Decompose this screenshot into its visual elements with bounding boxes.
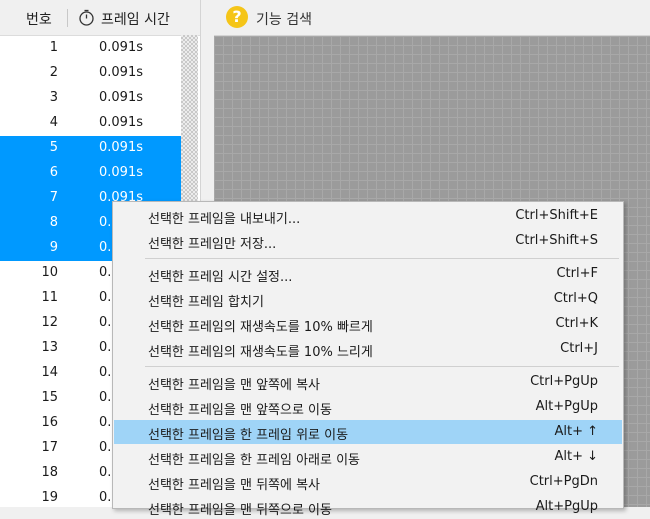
menu-item[interactable]: 선택한 프레임만 저장... Ctrl+Shift+S (114, 229, 622, 253)
menu-item-label: 선택한 프레임의 재생속도를 10% 빠르게 (148, 320, 373, 335)
frame-duration: 0. (99, 415, 112, 430)
frame-duration: 0. (99, 365, 112, 380)
frame-row[interactable]: 1 0.091s (0, 36, 181, 61)
menu-item[interactable]: 선택한 프레임을 맨 앞쪽으로 이동 Alt+PgUp (114, 395, 622, 419)
frame-number: 12 (41, 315, 58, 330)
frame-number: 8 (49, 215, 58, 230)
menu-separator (145, 366, 619, 367)
frame-number: 1 (49, 40, 58, 55)
frame-duration: 0. (99, 340, 112, 355)
frame-row[interactable]: 3 0.091s (0, 86, 181, 111)
frame-number: 3 (49, 90, 58, 105)
frame-row[interactable]: 6 0.091s (0, 161, 181, 186)
menu-item[interactable]: 선택한 프레임 합치기 Ctrl+Q (114, 287, 622, 311)
frame-context-menu: 선택한 프레임을 내보내기... Ctrl+Shift+E 선택한 프레임만 저장.… (112, 201, 624, 518)
menu-item-shortcut: Ctrl+F (556, 266, 598, 281)
menu-item-label: 선택한 프레임을 내보내기... (148, 212, 301, 227)
menu-item-label: 선택한 프레임 시간 설정... (148, 270, 293, 285)
menu-item-label: 선택한 프레임을 한 프레임 아래로 이동 (148, 453, 361, 468)
frame-number: 4 (49, 115, 58, 130)
frame-number: 9 (49, 240, 58, 255)
menu-item[interactable]: 선택한 프레임을 맨 뒤쪽에 복사 Ctrl+PgDn (114, 470, 622, 494)
menu-item-label: 선택한 프레임을 맨 앞쪽으로 이동 (148, 403, 332, 418)
frame-row[interactable]: 2 0.091s (0, 61, 181, 86)
feature-search-bar[interactable]: ? 기능 검색 (214, 0, 650, 36)
frame-number: 10 (41, 265, 58, 280)
frame-row[interactable]: 5 0.091s (0, 136, 181, 161)
frame-duration: 0. (99, 215, 112, 230)
menu-item[interactable]: 선택한 프레임의 재생속도를 10% 빠르게 Ctrl+K (114, 312, 622, 336)
menu-item-shortcut: Alt+PgUp (535, 399, 598, 414)
menu-item-shortcut: Ctrl+K (555, 316, 598, 331)
frame-number: 7 (49, 190, 58, 205)
frame-list-header: 번호 프레임 시간 (0, 0, 200, 36)
frame-duration: 0.091s (99, 90, 143, 105)
menu-item[interactable]: 선택한 프레임을 맨 앞쪽에 복사 Ctrl+PgUp (114, 370, 622, 394)
frame-row[interactable]: 4 0.091s (0, 111, 181, 136)
menu-item[interactable]: 선택한 프레임을 한 프레임 아래로 이동 Alt+ ↓ (114, 445, 622, 469)
frame-number: 19 (41, 490, 58, 505)
column-header-frame-time[interactable]: 프레임 시간 (101, 9, 170, 29)
frame-duration: 0.091s (99, 115, 143, 130)
frame-number: 14 (41, 365, 58, 380)
column-header-number[interactable]: 번호 (26, 9, 52, 29)
frame-duration: 0.091s (99, 40, 143, 55)
menu-item[interactable]: 선택한 프레임을 한 프레임 위로 이동 Alt+ ↑ (114, 420, 622, 444)
menu-item-shortcut: Alt+ ↓ (554, 449, 598, 464)
frame-number: 17 (41, 440, 58, 455)
menu-item-shortcut: Ctrl+Shift+E (515, 208, 598, 223)
feature-search-label[interactable]: 기능 검색 (256, 9, 312, 29)
frame-duration: 0. (99, 265, 112, 280)
menu-item-label: 선택한 프레임의 재생속도를 10% 느리게 (148, 345, 373, 360)
frame-duration: 0.091s (99, 140, 143, 155)
frame-duration: 0. (99, 490, 112, 505)
menu-item[interactable]: 선택한 프레임 시간 설정... Ctrl+F (114, 262, 622, 286)
frame-number: 16 (41, 415, 58, 430)
menu-separator (145, 258, 619, 259)
timer-icon (79, 9, 94, 26)
frame-number: 11 (41, 290, 58, 305)
menu-item-label: 선택한 프레임을 맨 뒤쪽에 복사 (148, 478, 321, 493)
menu-item-label: 선택한 프레임을 맨 앞쪽에 복사 (148, 378, 321, 393)
frame-duration: 0. (99, 240, 112, 255)
menu-item-label: 선택한 프레임만 저장... (148, 237, 277, 252)
header-divider (67, 9, 68, 27)
menu-item[interactable]: 선택한 프레임의 재생속도를 10% 느리게 Ctrl+J (114, 337, 622, 361)
menu-item-label: 선택한 프레임을 한 프레임 위로 이동 (148, 428, 349, 443)
menu-item[interactable]: 선택한 프레임을 내보내기... Ctrl+Shift+E (114, 204, 622, 228)
menu-item-shortcut: Ctrl+Q (553, 291, 598, 306)
frame-duration: 0. (99, 390, 112, 405)
frame-duration: 0.091s (99, 165, 143, 180)
frame-duration: 0. (99, 315, 112, 330)
menu-item-shortcut: Ctrl+Shift+S (515, 233, 598, 248)
frame-duration: 0.091s (99, 65, 143, 80)
frame-duration: 0. (99, 440, 112, 455)
frame-number: 6 (49, 165, 58, 180)
menu-item[interactable]: 선택한 프레임을 맨 뒤쪽으로 이동 Alt+PgUp (114, 495, 622, 519)
frame-number: 18 (41, 465, 58, 480)
menu-item-label: 선택한 프레임 합치기 (148, 295, 264, 310)
menu-item-label: 선택한 프레임을 맨 뒤쪽으로 이동 (148, 503, 332, 518)
menu-item-shortcut: Ctrl+PgUp (530, 374, 598, 389)
frame-number: 15 (41, 390, 58, 405)
frame-duration: 0. (99, 290, 112, 305)
menu-item-shortcut: Ctrl+PgDn (529, 474, 598, 489)
frame-number: 13 (41, 340, 58, 355)
frame-number: 2 (49, 65, 58, 80)
frame-duration: 0. (99, 465, 112, 480)
menu-item-shortcut: Ctrl+J (560, 341, 598, 356)
frame-number: 5 (49, 140, 58, 155)
menu-item-shortcut: Alt+ ↑ (554, 424, 598, 439)
help-question-icon: ? (226, 6, 248, 28)
